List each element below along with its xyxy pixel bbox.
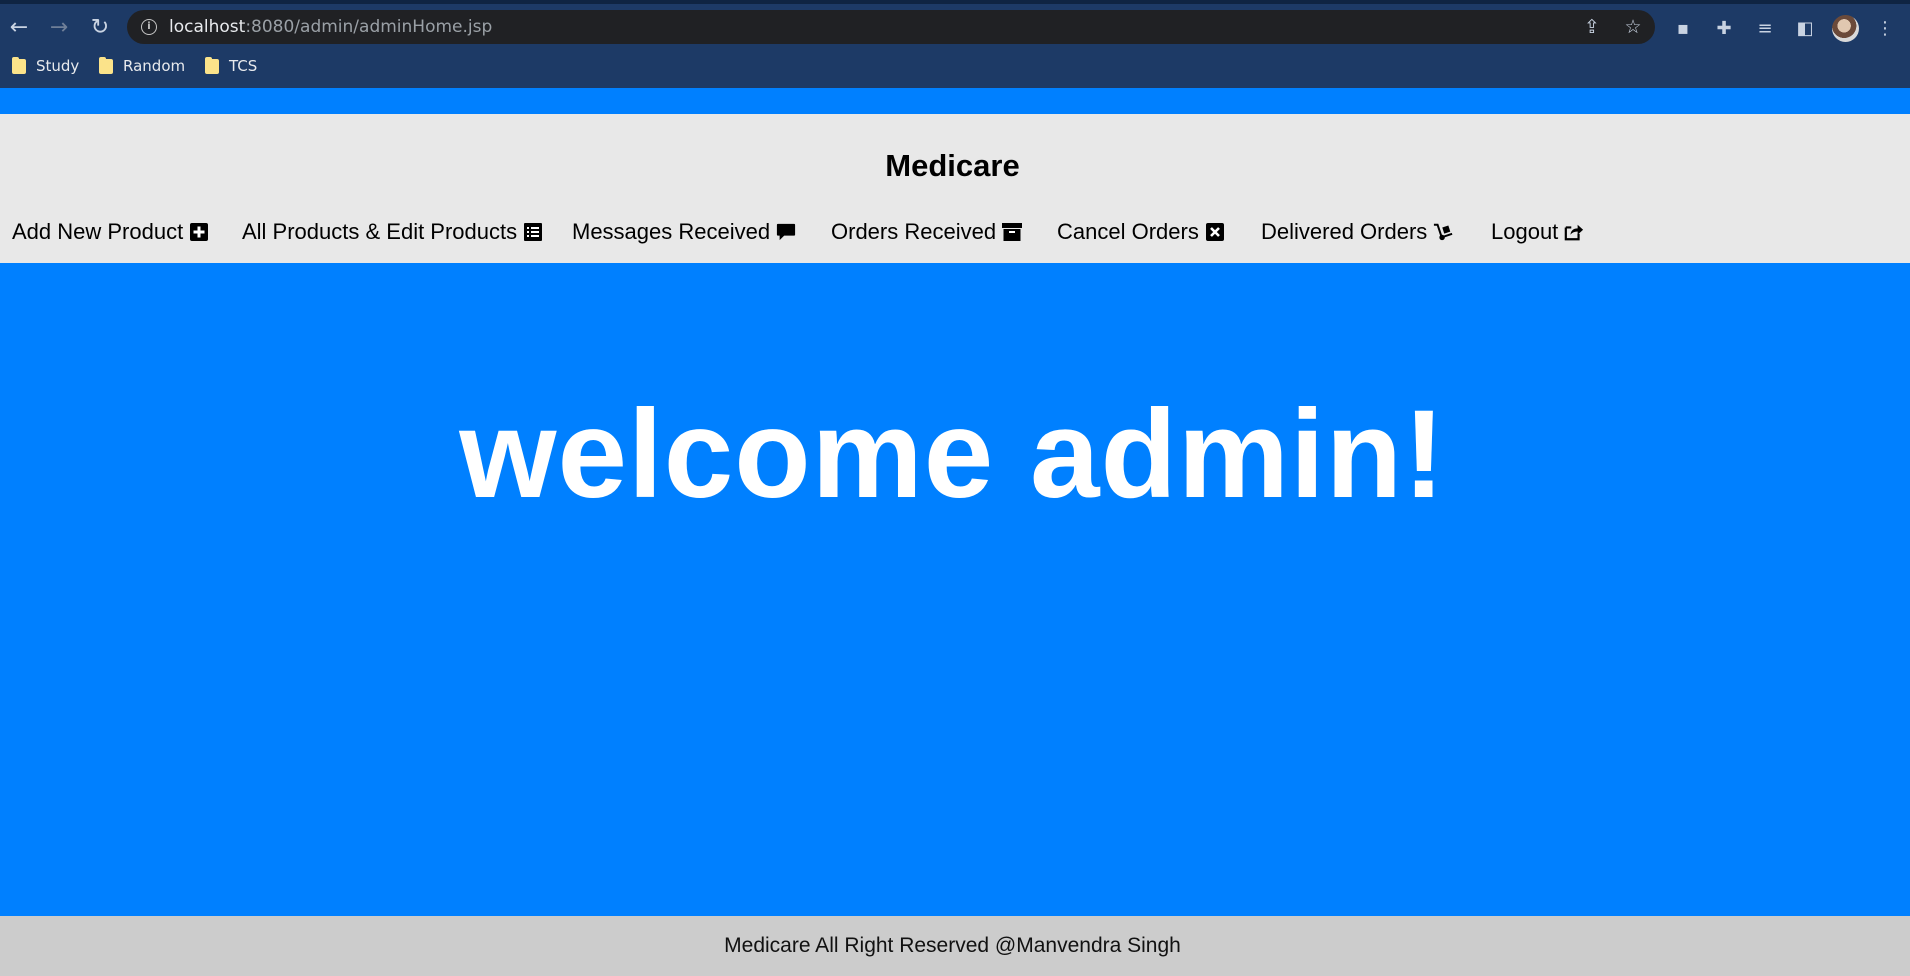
bookmark-random[interactable]: Random (99, 56, 185, 76)
back-icon[interactable]: ← (4, 12, 34, 42)
puzzle-icon[interactable]: ✚ (1711, 15, 1737, 41)
plus-square-icon (189, 222, 209, 242)
nav-messages-received[interactable]: Messages Received (572, 214, 796, 250)
bookmarks-bar: Study Random TCS (0, 48, 1910, 84)
footer-copyright: Medicare All Right Reserved @Manvendra S… (724, 934, 1181, 957)
folder-icon (12, 56, 26, 74)
url-text[interactable]: localhost:8080/admin/adminHome.jsp (169, 17, 492, 37)
x-square-icon (1205, 222, 1225, 242)
bookmark-tcs[interactable]: TCS (205, 56, 257, 76)
nav-orders-received[interactable]: Orders Received (831, 214, 1023, 250)
reload-icon[interactable]: ↻ (85, 12, 115, 42)
url-host: localhost (169, 17, 246, 37)
browser-chrome: ← → ↻ i localhost:8080/admin/adminHome.j… (0, 0, 1910, 88)
site-info-icon[interactable]: i (141, 19, 157, 35)
site-header: Medicare Add New Product All Products & … (0, 114, 1910, 263)
welcome-heading: welcome admin! (459, 385, 1446, 524)
extension-icon[interactable]: ▪ (1670, 15, 1696, 41)
bookmark-label: TCS (229, 57, 258, 75)
bookmark-label: Study (36, 57, 80, 75)
nav-label: Cancel Orders (1057, 219, 1199, 244)
menu-kebab-icon[interactable]: ⋮ (1872, 15, 1898, 41)
nav-cancel-orders[interactable]: Cancel Orders (1057, 214, 1225, 250)
site-footer: Medicare All Right Reserved @Manvendra S… (0, 916, 1910, 976)
nav-label: Add New Product (12, 219, 184, 244)
nav-delivered-orders[interactable]: Delivered Orders (1261, 214, 1453, 250)
nav-all-products[interactable]: All Products & Edit Products (242, 214, 543, 250)
side-panel-icon[interactable]: ◧ (1792, 15, 1818, 41)
profile-avatar[interactable] (1832, 15, 1859, 42)
nav-label: Orders Received (831, 219, 997, 244)
comment-icon (776, 222, 796, 242)
address-bar[interactable]: i localhost:8080/admin/adminHome.jsp ⇪ ☆ (127, 10, 1655, 44)
site-brand: Medicare (885, 148, 1020, 183)
browser-toolbar: ← → ↻ i localhost:8080/admin/adminHome.j… (0, 4, 1910, 48)
nav-add-new-product[interactable]: Add New Product (12, 214, 209, 250)
admin-nav: Add New Product All Products & Edit Prod… (0, 214, 1910, 250)
bookmark-star-icon[interactable]: ☆ (1621, 15, 1645, 39)
nav-label: Delivered Orders (1261, 219, 1428, 244)
archive-icon (1002, 222, 1023, 242)
nav-label: Logout (1491, 219, 1559, 244)
share-square-icon (1564, 222, 1584, 242)
share-icon[interactable]: ⇪ (1580, 15, 1604, 39)
page-content: Medicare Add New Product All Products & … (0, 88, 1910, 976)
top-band (0, 88, 1910, 114)
bookmark-label: Random (123, 57, 186, 75)
list-alt-icon (523, 222, 543, 242)
folder-icon (99, 56, 113, 74)
nav-label: Messages Received (572, 219, 771, 244)
nav-label: All Products & Edit Products (242, 219, 518, 244)
dolly-icon (1433, 222, 1453, 242)
bookmark-study[interactable]: Study (12, 56, 79, 76)
media-queue-icon[interactable]: ≡ (1752, 15, 1778, 41)
forward-icon[interactable]: → (44, 12, 74, 42)
url-path: :8080/admin/adminHome.jsp (245, 17, 493, 37)
folder-icon (205, 56, 219, 74)
nav-logout[interactable]: Logout (1491, 214, 1584, 250)
